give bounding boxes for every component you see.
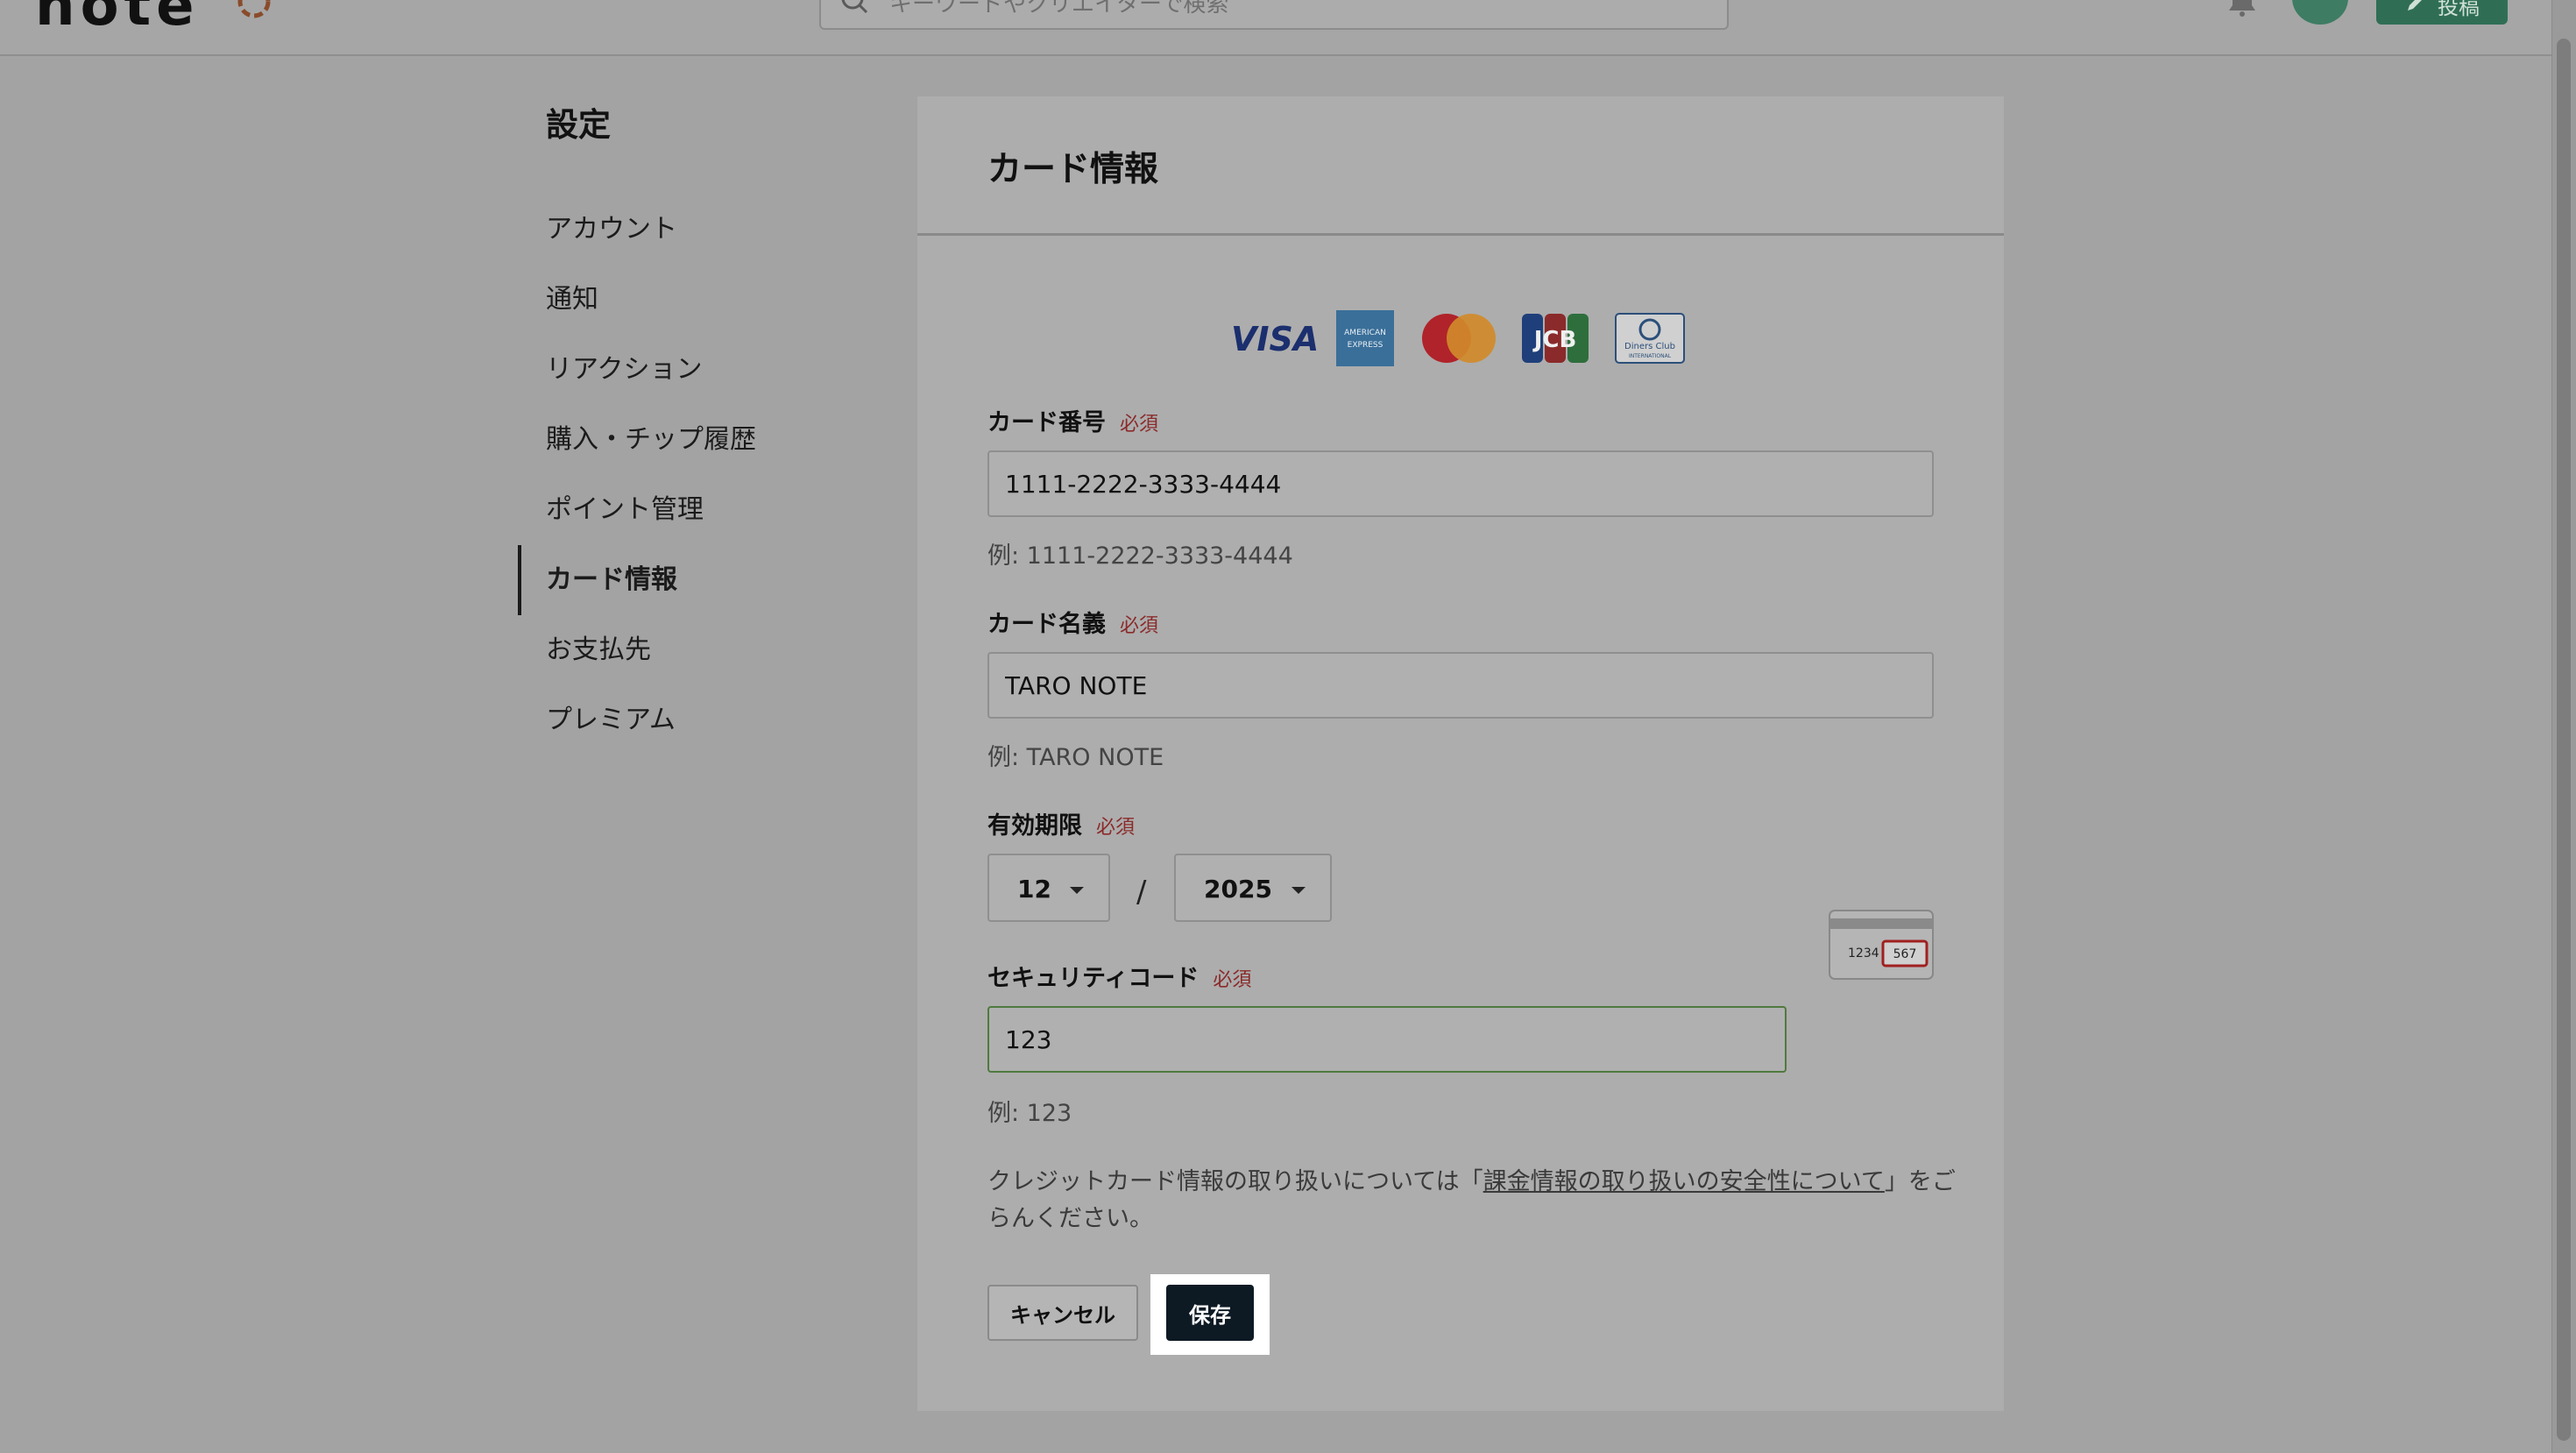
svg-text:INTERNATIONAL: INTERNATIONAL (1629, 353, 1672, 359)
security-code-label: セキュリティコード 必須 (987, 959, 1251, 993)
card-number-hint: 例: 1111-2222-3333-4444 (987, 542, 1293, 570)
scrollbar-thumb[interactable] (2557, 39, 2571, 1441)
sidebar-item-reactions[interactable]: リアクション (518, 335, 868, 405)
svg-text:567: 567 (1893, 947, 1917, 961)
sidebar-item-card-info[interactable]: カード情報 (518, 545, 868, 615)
sidebar-item-account[interactable]: アカウント (518, 195, 868, 265)
cancel-button[interactable]: キャンセル (987, 1285, 1138, 1341)
card-number-input[interactable] (987, 450, 1934, 517)
sidebar-item-points[interactable]: ポイント管理 (518, 475, 868, 545)
svg-text:VISA: VISA (1231, 320, 1317, 358)
chevron-down-icon (1292, 887, 1306, 894)
card-security-note: クレジットカード情報の取り扱いについては「課金情報の取り扱いの安全性について」を… (987, 1164, 1960, 1237)
security-code-input[interactable] (987, 1006, 1787, 1073)
sidebar-item-payee[interactable]: お支払先 (518, 615, 868, 685)
sidebar-item-notifications[interactable]: 通知 (518, 265, 868, 335)
card-number-label-text: カード番号 (987, 409, 1106, 436)
required-badge: 必須 (1213, 969, 1252, 991)
post-button-label: 投稿 (2438, 0, 2480, 19)
card-number-label: カード番号 必須 (987, 403, 1158, 437)
pencil-icon (2408, 0, 2422, 11)
page-title: カード情報 (987, 150, 1159, 189)
top-header: note キーワードやクリエイターで検索 投稿 (0, 0, 2551, 56)
chevron-down-icon (1070, 887, 1084, 894)
logo-badge-icon (237, 0, 271, 18)
svg-text:AMERICAN: AMERICAN (1344, 329, 1386, 337)
card-name-hint: 例: TARO NOTE (987, 744, 1164, 771)
jcb-logo-icon: JCB (1522, 314, 1589, 363)
expiry-label-text: 有効期限 (987, 812, 1082, 840)
expiry-year-select[interactable]: 2025 (1174, 854, 1332, 922)
security-code-hint: 例: 123 (987, 1100, 1072, 1127)
note-text: クレジットカード情報の取り扱いについては「 (987, 1168, 1483, 1195)
amex-logo-icon: AMERICAN EXPRESS (1336, 310, 1394, 366)
expiry-month-select[interactable]: 12 (987, 854, 1110, 922)
search-icon (841, 0, 868, 14)
required-badge: 必須 (1120, 615, 1159, 637)
card-name-label: カード名義 必須 (987, 605, 1158, 639)
user-avatar[interactable] (2292, 0, 2348, 25)
settings-sidebar: アカウント 通知 リアクション 購入・チップ履歴 ポイント管理 カード情報 お支… (518, 195, 868, 755)
card-info-panel: カード情報 VISA AMERICAN EXPRESS JCB Diners C… (917, 96, 2004, 1411)
card-name-label-text: カード名義 (987, 611, 1106, 638)
diners-club-logo-icon: Diners Club INTERNATIONAL (1615, 313, 1685, 364)
expiry-separator: / (1136, 875, 1147, 910)
search-bar[interactable]: キーワードやクリエイターで検索 (819, 0, 1729, 30)
card-name-input[interactable] (987, 652, 1934, 719)
sidebar-item-purchase-history[interactable]: 購入・チップ履歴 (518, 405, 868, 475)
expiry-month-value: 12 (1017, 875, 1051, 904)
svg-text:JCB: JCB (1532, 327, 1577, 353)
expiry-year-value: 2025 (1204, 875, 1272, 904)
title-divider (917, 233, 2004, 236)
billing-security-link[interactable]: 課金情報の取り扱いの安全性について (1483, 1168, 1885, 1195)
sidebar-item-premium[interactable]: プレミアム (518, 685, 868, 755)
save-button[interactable]: 保存 (1166, 1285, 1254, 1341)
expiry-label: 有効期限 必須 (987, 806, 1135, 840)
mastercard-logo-icon (1422, 314, 1496, 363)
required-badge: 必須 (1120, 414, 1159, 436)
svg-text:EXPRESS: EXPRESS (1348, 341, 1384, 350)
svg-text:1234: 1234 (1848, 946, 1879, 960)
svg-text:Diners Club: Diners Club (1624, 342, 1675, 351)
required-badge: 必須 (1096, 817, 1136, 839)
visa-logo-icon: VISA (1231, 320, 1317, 358)
post-button[interactable]: 投稿 (2376, 0, 2508, 25)
card-back-cvv-icon: 1234 567 (1829, 910, 1934, 980)
search-placeholder: キーワードやクリエイターで検索 (889, 0, 1229, 18)
security-code-label-text: セキュリティコード (987, 965, 1200, 992)
settings-title: 設定 (546, 106, 611, 144)
notification-bell-icon[interactable] (2226, 0, 2259, 18)
note-logo[interactable]: note (35, 0, 200, 39)
